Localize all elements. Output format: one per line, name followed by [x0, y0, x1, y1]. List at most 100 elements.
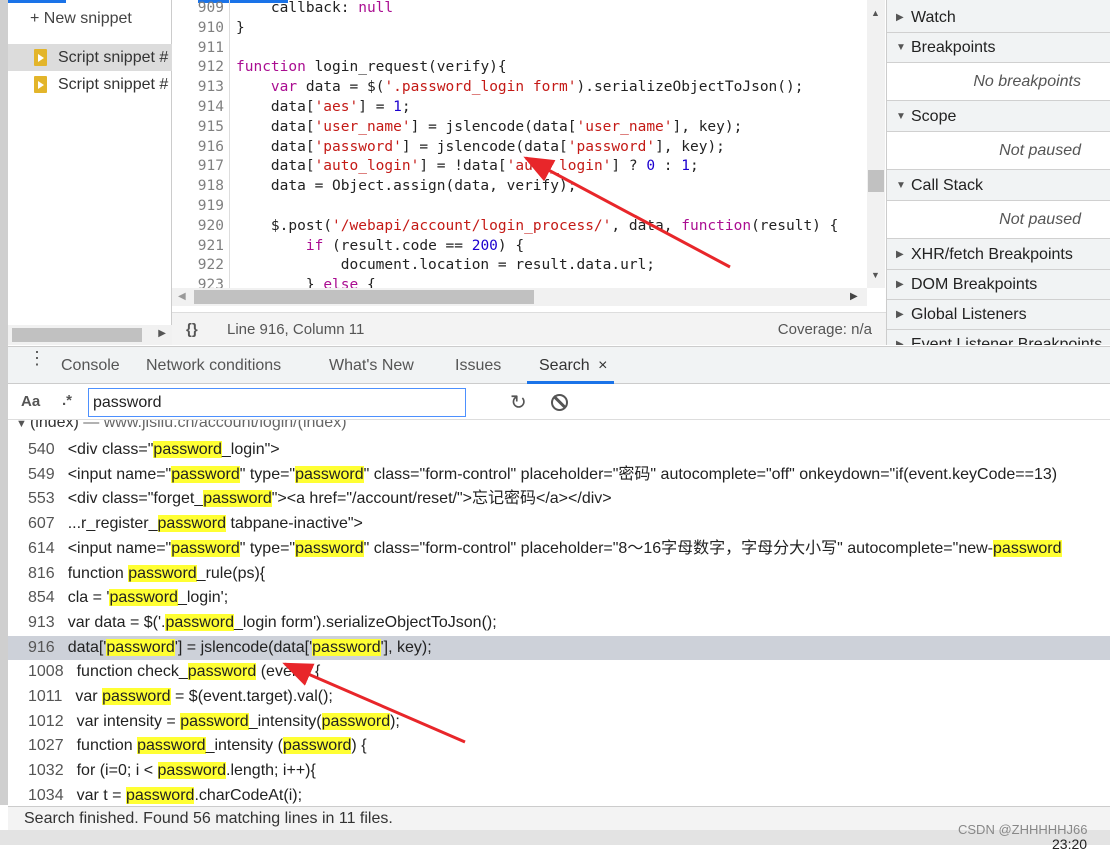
code-line[interactable]: 915 data['user_name'] = jslencode(data['… [172, 117, 867, 137]
section-event-listener-breakpoints[interactable]: ▶ Event Listener Breakpoints [887, 330, 1110, 345]
result-file-header[interactable]: ▼ (index) — www.jisilu.cn/account/login/… [8, 420, 347, 432]
result-text: _login form').serializeObjectToJson(); [233, 613, 497, 631]
section-dom-breakpoints[interactable]: ▶ DOM Breakpoints [887, 270, 1110, 300]
code-line[interactable]: 913 var data = $('.password_login form')… [172, 77, 867, 97]
line-number[interactable]: 921 [172, 236, 224, 256]
line-number[interactable]: 916 [172, 137, 224, 157]
result-text: <div class=" [67, 441, 154, 458]
line-number[interactable]: 913 [172, 77, 224, 97]
code-token: null [358, 0, 394, 16]
search-result-row[interactable]: 614 <input name="password" type="password… [8, 537, 1110, 562]
search-result-row[interactable]: 1008 function check_password (event) { [8, 660, 1110, 685]
code-line[interactable]: 911 [172, 38, 867, 58]
code-token: ] ? [611, 158, 647, 175]
code-line[interactable]: 909 callback: null [172, 0, 867, 18]
coverage-status[interactable]: Coverage: n/a [778, 313, 872, 346]
search-result-row[interactable]: 553 <div class="forget_password"><a href=… [8, 487, 1110, 512]
line-number[interactable]: 917 [172, 156, 224, 176]
code-line[interactable]: 922 document.location = result.data.url; [172, 255, 867, 275]
search-result-row[interactable]: 607 ...r_register_password tabpane-inacti… [8, 512, 1110, 537]
search-result-row[interactable]: 1012 var intensity = password_intensity(p… [8, 710, 1110, 735]
section-breakpoints[interactable]: ▼ Breakpoints [887, 33, 1110, 63]
result-line-number: 540 [28, 441, 55, 458]
result-text: var [75, 688, 103, 705]
code-line[interactable]: 921 if (result.code == 200) { [172, 236, 867, 256]
code-line[interactable]: 917 data['auto_login'] = !data['auto_log… [172, 156, 867, 176]
line-number[interactable]: 914 [172, 97, 224, 117]
code-token: 'password' [314, 138, 402, 155]
horizontal-scrollbar[interactable]: ▶ [8, 325, 172, 345]
match-case-button[interactable]: Aa [21, 393, 40, 410]
line-number[interactable]: 915 [172, 117, 224, 137]
result-text: _intensity( [248, 712, 322, 730]
file-url: www.jisilu.cn/account/login/(index) [103, 420, 347, 431]
tab-network-conditions[interactable]: Network conditions [146, 347, 281, 384]
code-token: (result.code == [323, 237, 472, 254]
section-global-listeners[interactable]: ▶ Global Listeners [887, 300, 1110, 330]
search-result-row[interactable]: 1027 function password_intensity (passwor… [8, 734, 1110, 759]
clear-icon[interactable] [551, 394, 568, 411]
pretty-print-button[interactable]: {} [186, 313, 198, 346]
code-line[interactable]: 920 $.post('/webapi/account/login_proces… [172, 216, 867, 236]
window-edge [0, 0, 8, 805]
section-xhr-fetch-breakpoints[interactable]: ▶ XHR/fetch Breakpoints [887, 240, 1110, 270]
code-token: if [305, 237, 324, 254]
line-number[interactable]: 911 [172, 38, 224, 58]
search-result-row[interactable]: 854 cla = 'password_login'; [8, 586, 1110, 611]
tab-search[interactable]: Search × [527, 347, 614, 384]
empty-message: Not paused [887, 201, 1110, 239]
code-token: , data, [611, 217, 682, 234]
search-results[interactable]: ▼ (index) — www.jisilu.cn/account/login/… [8, 420, 1110, 806]
close-icon[interactable]: × [598, 357, 607, 374]
line-number[interactable]: 920 [172, 216, 224, 236]
match-highlight: password [165, 613, 234, 631]
search-input[interactable] [88, 388, 466, 417]
caret-right-icon: ▶ [896, 309, 904, 320]
regex-button[interactable]: .* [62, 392, 72, 409]
line-number[interactable]: 910 [172, 18, 224, 38]
match-highlight: password [187, 663, 257, 681]
search-result-row[interactable]: 816 function password_rule(ps){ [8, 562, 1110, 587]
section-call-stack[interactable]: ▼ Call Stack [887, 171, 1110, 201]
empty-message: No breakpoints [887, 63, 1110, 101]
search-result-row[interactable]: 1034 var t = password.charCodeAt(i); [8, 784, 1110, 806]
tab-issues[interactable]: Issues [455, 347, 501, 384]
result-text: for (i=0; i < [76, 762, 158, 780]
result-text: " type=" [239, 539, 296, 557]
search-result-row[interactable]: 913 var data = $('.password_login form').… [8, 611, 1110, 636]
snippet-item[interactable]: Script snippet # [8, 44, 172, 71]
search-result-row[interactable]: 916 data['password'] = jslencode(data['pa… [8, 635, 1110, 661]
line-number[interactable]: 912 [172, 57, 224, 77]
search-result-row[interactable]: 540 <div class="password_login"> [8, 438, 1110, 463]
caret-right-icon: ▶ [896, 249, 904, 260]
tab-console[interactable]: Console [61, 347, 120, 384]
code-line[interactable]: 918 data = Object.assign(data, verify); [172, 176, 867, 196]
refresh-icon[interactable]: ↻ [510, 390, 527, 415]
code-line[interactable]: 914 data['aes'] = 1; [172, 97, 867, 117]
more-menu-icon[interactable]: ⋮ [28, 349, 46, 367]
line-number[interactable]: 909 [172, 0, 224, 18]
code-line[interactable]: 919 [172, 196, 867, 216]
code-line[interactable]: 916 data['password'] = jslencode(data['p… [172, 137, 867, 157]
code-editor[interactable]: 909 callback: null 910} 911 912 function log… [172, 0, 886, 345]
tab-whats-new[interactable]: What's New [329, 347, 414, 384]
line-number[interactable]: 919 [172, 196, 224, 216]
code-line[interactable]: 910} [172, 18, 867, 38]
code-line[interactable]: 912 function login_request(verify){ [172, 57, 867, 77]
snippet-item[interactable]: Script snippet # [8, 71, 172, 98]
taskbar [0, 830, 1110, 845]
search-result-row[interactable]: 1011 var password = $(event.target).val()… [8, 685, 1110, 710]
line-number[interactable]: 918 [172, 176, 224, 196]
vertical-scrollbar[interactable]: ▲ ▼ [867, 0, 885, 288]
horizontal-scrollbar[interactable]: ◀ ▶ [172, 288, 867, 306]
new-snippet-button[interactable]: + New snippet [30, 10, 132, 28]
line-number[interactable]: 922 [172, 255, 224, 275]
tab-label: Search [539, 357, 590, 374]
section-scope[interactable]: ▼ Scope [887, 102, 1110, 132]
search-result-row[interactable]: 549 <input name="password" type="password… [8, 463, 1110, 488]
search-result-row[interactable]: 1032 for (i=0; i < password.length; i++){ [8, 759, 1110, 784]
section-label: Scope [911, 108, 957, 125]
section-watch[interactable]: ▶ Watch [887, 3, 1110, 33]
result-line-number: 916 [28, 638, 55, 656]
